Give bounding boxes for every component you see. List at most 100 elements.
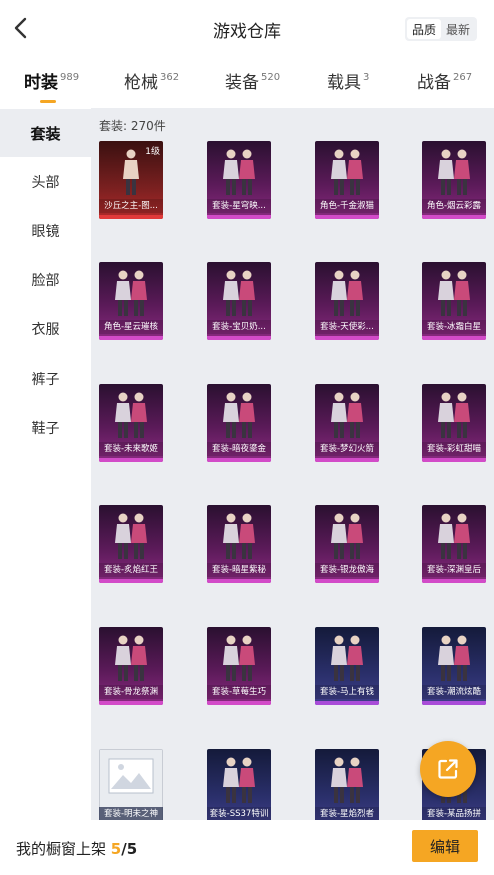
rarity-bar [207,579,271,583]
outfit-card[interactable]: 套装-银龙傲海 [315,505,379,583]
outfit-card[interactable]: 套装-SS37特训 [207,749,271,820]
rarity-bar [99,336,163,340]
character-outfit-icon [438,149,470,195]
rarity-bar [422,701,486,705]
share-button[interactable] [420,741,476,797]
tab-label: 枪械 [124,73,158,93]
outfit-name: 角色-烟云彩露 [422,199,486,213]
character-outfit-icon [438,270,470,316]
outfit-card[interactable]: 套装-马上有钱 [315,627,379,705]
outfit-card[interactable]: 套装-深渊皇后 [422,505,486,583]
outfit-name: 套装-潮流炫酷 [422,685,486,699]
character-outfit-icon [331,513,363,559]
outfit-name: 套装-冰霜白星 [422,320,486,334]
outfit-name: 套装-暗夜鎏金 [207,442,271,456]
outfit-card[interactable]: 套装-彩虹甜喵 [422,384,486,462]
outfit-name: 沙丘之主-图... [99,199,163,213]
category-tabs: 时装 989 枪械 362 装备 520 载具 3 战备 267 [0,60,494,106]
character-outfit-icon [115,392,147,438]
outfit-name: 套装-未来歌姬 [99,442,163,456]
sidebar-item-outfit[interactable]: 套装 [0,109,91,157]
outfit-name: 套装-天使彩... [315,320,379,334]
outfit-card[interactable]: 套装-梦幻火箭 [315,384,379,462]
outfit-card[interactable]: 套装-草莓生巧 [207,627,271,705]
outfit-card[interactable]: 1级沙丘之主-图... [99,141,163,219]
outfit-card[interactable]: 套装-暗星紫秘 [207,505,271,583]
rarity-bar [422,215,486,219]
rarity-bar [207,458,271,462]
image-placeholder-icon [108,758,154,794]
character-outfit-icon [331,270,363,316]
sidebar-item-face[interactable]: 脸部 [0,256,91,304]
rarity-bar [422,579,486,583]
rarity-bar [99,579,163,583]
tab-equipment[interactable]: 装备 520 [225,68,280,93]
rarity-bar [99,701,163,705]
sort-toggle[interactable]: 品质 最新 [405,17,477,41]
outfit-card[interactable]: 套装-暗夜鎏金 [207,384,271,462]
outfit-name: 套装-暗星紫秘 [207,563,271,577]
rarity-bar [315,579,379,583]
rarity-bar [99,458,163,462]
character-outfit-icon [331,635,363,681]
tab-fashion[interactable]: 时装 989 [24,68,80,103]
character-outfit-icon [331,149,363,195]
character-outfit-icon [223,149,255,195]
tab-count: 520 [261,72,281,83]
outfit-card[interactable]: 套装-明未之神 [99,749,163,820]
active-tab-indicator [40,100,56,103]
outfit-name: 套装-银龙傲海 [315,563,379,577]
outfit-name: 套装-SS37特训 [207,807,271,820]
share-external-icon [438,759,458,779]
rarity-bar [315,701,379,705]
outfit-card[interactable]: 套装-星焰烈者 [315,749,379,820]
footer-bar: 我的橱窗上架 5/5 编辑 [0,820,494,875]
outfit-card[interactable]: 套装-冰霜白星 [422,262,486,340]
tab-supplies[interactable]: 战备 267 [417,68,472,93]
rarity-bar [207,336,271,340]
outfit-card[interactable]: 角色-千金淑猫 [315,141,379,219]
outfit-card[interactable]: 角色-星云璀核 [99,262,163,340]
outfit-card[interactable]: 套装-潮流炫酷 [422,627,486,705]
character-outfit-icon [438,513,470,559]
item-grid-panel: 套装: 270件 1级沙丘之主-图... 套装-星穹映... 角色-千金淑猫 角色-烟… [91,108,494,820]
outfit-name: 套装-星焰烈者 [315,807,379,820]
outfit-name: 角色-千金淑猫 [315,199,379,213]
sort-option-quality[interactable]: 品质 [407,19,441,39]
outfit-card[interactable]: 套装-未来歌姬 [99,384,163,462]
sort-option-latest[interactable]: 最新 [441,19,475,39]
outfit-card[interactable]: 套装-骨龙祭渊 [99,627,163,705]
character-outfit-icon [331,757,363,803]
sidebar-item-head[interactable]: 头部 [0,158,91,206]
tab-count: 3 [363,72,370,83]
rarity-bar [315,215,379,219]
tab-label: 装备 [225,73,259,93]
rarity-bar [99,215,163,219]
character-outfit-icon [438,392,470,438]
outfit-card[interactable]: 套装-天使彩... [315,262,379,340]
outfit-card[interactable]: 角色-烟云彩露 [422,141,486,219]
tab-guns[interactable]: 枪械 362 [124,68,179,93]
sidebar-item-clothes[interactable]: 衣服 [0,305,91,353]
character-outfit-icon [331,392,363,438]
tab-vehicles[interactable]: 载具 3 [327,68,369,93]
outfit-card[interactable]: 套装-宝贝奶... [207,262,271,340]
outfit-name: 套装-明未之神 [99,807,163,820]
outfit-name: 套装-星穹映... [207,199,271,213]
outfit-card[interactable]: 套装-星穹映... [207,141,271,219]
character-outfit-icon [115,270,147,316]
rarity-bar [315,458,379,462]
sidebar-item-shoes[interactable]: 鞋子 [0,404,91,452]
sidebar-item-pants[interactable]: 裤子 [0,355,91,403]
tab-count: 989 [60,72,80,83]
sidebar-item-glasses[interactable]: 眼镜 [0,207,91,255]
outfit-card[interactable]: 套装-炙焰红王 [99,505,163,583]
outfit-name: 套装-草莓生巧 [207,685,271,699]
level-badge: 1级 [145,147,160,157]
showcase-status: 我的橱窗上架 5/5 [16,838,137,859]
edit-button[interactable]: 编辑 [412,830,478,862]
item-count: 套装: 270件 [99,119,166,133]
header: 游戏仓库 品质 最新 [0,0,494,56]
rarity-bar [422,336,486,340]
character-outfit-icon [223,270,255,316]
